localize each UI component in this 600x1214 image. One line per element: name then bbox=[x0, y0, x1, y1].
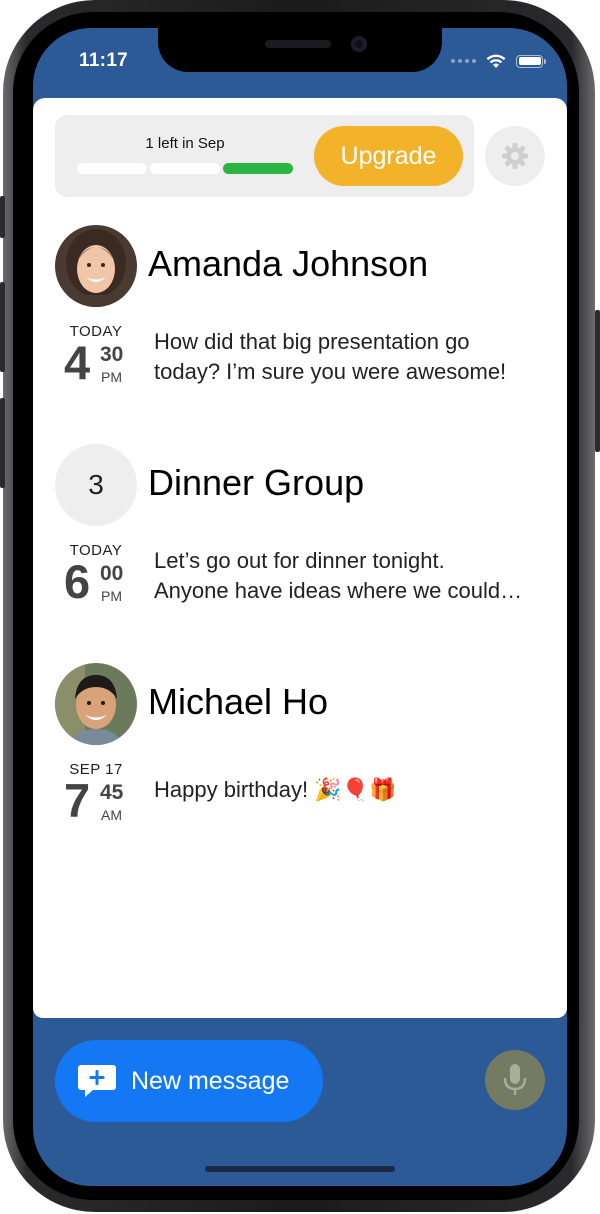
avatar bbox=[55, 663, 137, 745]
monthly-quota-panel: 1 left in Sep Upgrade bbox=[55, 115, 474, 197]
timestamp-minute: 30 bbox=[100, 343, 124, 366]
wifi-icon bbox=[486, 54, 506, 68]
quota-label: 1 left in Sep bbox=[145, 135, 225, 152]
timestamp-hour: 6 bbox=[64, 555, 91, 608]
volume-up-button bbox=[0, 282, 5, 372]
message-preview: Let’s go out for dinner tonight. Anyone … bbox=[154, 546, 549, 606]
avatar bbox=[55, 225, 137, 307]
conversation-list: 1 left in Sep Upgrade Amanda Johnson TOD… bbox=[33, 98, 567, 1018]
notch bbox=[158, 28, 442, 72]
group-member-count-avatar: 3 bbox=[55, 444, 137, 526]
volume-down-button bbox=[0, 398, 5, 488]
gear-icon bbox=[502, 143, 528, 169]
silent-switch bbox=[0, 196, 5, 238]
message-preview-line: today? I’m sure you were awesome! bbox=[154, 359, 507, 384]
new-message-button[interactable]: New message bbox=[55, 1040, 323, 1122]
home-indicator bbox=[205, 1166, 395, 1172]
app-screen: 11:17 1 left in Sep Upgrade Amanda Johns… bbox=[33, 28, 567, 1186]
status-icons bbox=[451, 50, 546, 72]
message-preview: How did that big presentation go today? … bbox=[154, 327, 549, 387]
upgrade-button[interactable]: Upgrade bbox=[314, 126, 463, 186]
quota-segment bbox=[77, 163, 147, 174]
timestamp-minute: 00 bbox=[100, 562, 124, 585]
battery-icon bbox=[516, 54, 546, 68]
contact-name: Michael Ho bbox=[148, 681, 329, 722]
contact-name: Dinner Group bbox=[148, 462, 365, 503]
timestamp-hour: 4 bbox=[64, 336, 91, 389]
timestamp-hour: 7 bbox=[64, 774, 91, 827]
settings-button[interactable] bbox=[485, 126, 545, 186]
contact-name: Amanda Johnson bbox=[148, 243, 429, 284]
timestamp-ampm: PM bbox=[101, 369, 122, 385]
timestamp-ampm: PM bbox=[101, 588, 122, 604]
quota-segment bbox=[223, 163, 293, 174]
voice-input-button[interactable] bbox=[485, 1050, 545, 1110]
conversation-item[interactable]: 3 Dinner Group TODAY 6 00 PM Let’s go ou… bbox=[33, 444, 567, 654]
message-preview-line: How did that big presentation go bbox=[154, 329, 470, 354]
new-message-label: New message bbox=[131, 1066, 290, 1095]
cellular-signal-icon bbox=[451, 59, 476, 63]
microphone-icon bbox=[503, 1064, 527, 1095]
quota-segment bbox=[150, 163, 220, 174]
message-preview-line: Let’s go out for dinner tonight. bbox=[154, 548, 445, 573]
conversation-item[interactable]: Michael Ho SEP 17 7 45 AM Happy birthday… bbox=[33, 663, 567, 873]
power-button bbox=[595, 310, 600, 452]
status-time: 11:17 bbox=[79, 50, 129, 71]
timestamp-ampm: AM bbox=[101, 807, 122, 823]
quota-progress-bar bbox=[77, 163, 293, 174]
compose-plus-icon bbox=[78, 1065, 116, 1097]
message-preview-line: Anyone have ideas where we could… bbox=[154, 578, 523, 603]
timestamp-minute: 45 bbox=[100, 781, 124, 804]
message-preview: Happy birthday! 🎉🎈🎁 bbox=[154, 775, 549, 805]
conversation-item[interactable]: Amanda Johnson TODAY 4 30 PM How did tha… bbox=[33, 225, 567, 435]
message-preview-line: Happy birthday! 🎉🎈🎁 bbox=[154, 777, 397, 802]
